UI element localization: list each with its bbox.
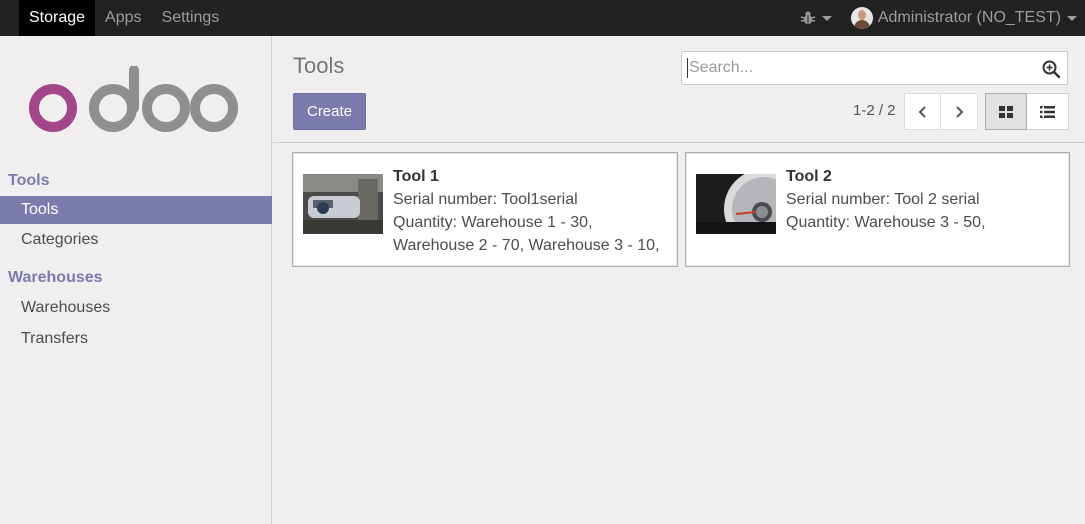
navbar-right: Administrator (NO_TEST) — [800, 0, 1085, 36]
tool-1-image — [303, 174, 383, 234]
top-navbar: Storage Apps Settings Administrator (NO_… — [0, 0, 1085, 36]
avatar — [850, 7, 873, 29]
card-title: Tool 1 — [393, 168, 439, 185]
grid-icon — [999, 105, 1013, 118]
card-info: Tool 2 Serial number: Tool 2 serial Quan… — [786, 165, 986, 234]
debug-menu[interactable] — [800, 10, 832, 26]
user-menu[interactable]: Administrator (NO_TEST) — [850, 7, 1077, 29]
sidebar-item-tools[interactable]: Tools — [0, 196, 272, 224]
card-quantity: Quantity: Warehouse 3 - 50, — [786, 214, 986, 231]
control-panel: Tools Create 1-2 / 2 — [273, 36, 1085, 143]
kanban-card-tool-2[interactable]: Tool 2 Serial number: Tool 2 serial Quan… — [685, 152, 1070, 267]
card-serial: Serial number: Tool 2 serial — [786, 191, 980, 208]
kanban-card-tool-1[interactable]: Tool 1 Serial number: Tool1serial Quanti… — [292, 152, 678, 267]
main-content: Tools Create 1-2 / 2 — [273, 36, 1085, 524]
chevron-down-icon — [821, 15, 832, 21]
menu-settings[interactable]: Settings — [152, 0, 230, 36]
card-serial: Serial number: Tool1serial — [393, 191, 578, 208]
search-box — [681, 51, 1068, 85]
pager-buttons — [904, 93, 978, 130]
sidebar-item-warehouses[interactable]: Warehouses — [0, 294, 272, 322]
pager-previous-button[interactable] — [904, 93, 941, 130]
create-button[interactable]: Create — [293, 93, 366, 130]
chevron-down-icon — [1067, 15, 1077, 21]
list-icon — [1040, 105, 1055, 118]
section-tools: Tools — [8, 172, 50, 189]
bug-icon — [800, 11, 816, 25]
pager-next-button[interactable] — [941, 93, 978, 130]
search-icon[interactable] — [1042, 60, 1060, 78]
card-info: Tool 1 Serial number: Tool1serial Quanti… — [393, 165, 660, 257]
user-name: Administrator (NO_TEST) — [877, 9, 1061, 26]
sidebar: Tools Tools Categories Warehouses Wareho… — [0, 36, 272, 524]
kanban-view-button[interactable] — [985, 93, 1027, 130]
list-view-button[interactable] — [1027, 93, 1069, 130]
sidebar-item-categories[interactable]: Categories — [0, 226, 272, 254]
page-title: Tools — [293, 53, 345, 78]
card-quantity-cont: Warehouse 2 - 70, Warehouse 3 - 10, — [393, 237, 660, 254]
section-warehouses: Warehouses — [8, 269, 103, 286]
app-menu: Storage Apps Settings — [19, 0, 229, 36]
menu-storage[interactable]: Storage — [19, 0, 96, 36]
card-quantity: Quantity: Warehouse 1 - 30, — [393, 214, 593, 231]
tool-2-image — [696, 174, 776, 234]
menu-apps[interactable]: Apps — [95, 0, 151, 36]
chevron-left-icon — [918, 105, 926, 118]
search-input[interactable] — [687, 58, 1027, 78]
sidebar-item-transfers[interactable]: Transfers — [0, 325, 272, 353]
pager-value[interactable]: 1-2 / 2 — [853, 102, 896, 119]
odoo-logo — [29, 66, 238, 132]
card-title: Tool 2 — [786, 168, 832, 185]
chevron-right-icon — [956, 105, 964, 118]
view-switcher — [985, 93, 1069, 130]
